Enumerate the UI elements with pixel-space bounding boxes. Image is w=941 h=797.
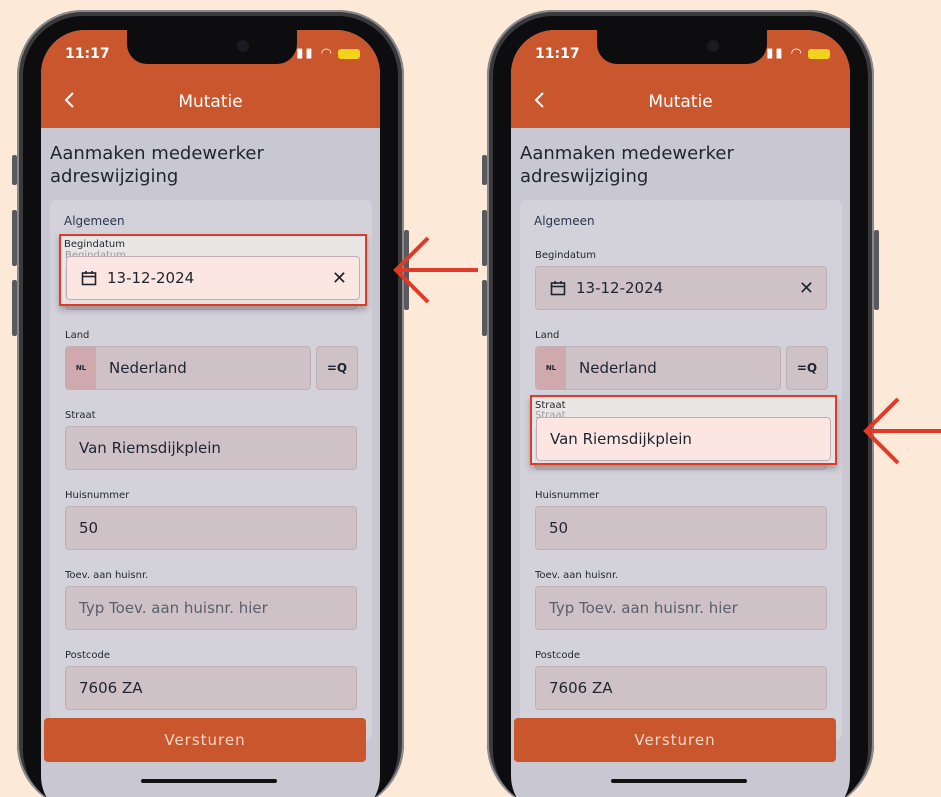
app-bar: 11:17 ▮▮ ◠ Mutatie [511, 30, 850, 128]
status-time: 11:17 [65, 46, 110, 62]
side-button [482, 210, 487, 266]
side-button [12, 280, 17, 336]
app-screen: 11:17 ▮▮ ◠ Mutatie Aanmaken medewerker a… [41, 30, 380, 797]
postcode-field[interactable]: 7606 ZA [65, 666, 357, 710]
lookup-button[interactable]: =Q [316, 346, 358, 390]
send-button[interactable]: Versturen [514, 718, 836, 762]
clear-icon[interactable]: ✕ [799, 278, 814, 299]
form-card: Algemeen Begindatum 13-12-2024 ✕ Land NL… [520, 200, 842, 740]
land-label: Land [535, 330, 560, 341]
huisnummer-label: Huisnummer [65, 490, 130, 501]
notch [597, 30, 767, 64]
side-button [12, 210, 17, 266]
home-indicator [141, 779, 277, 783]
postcode-label: Postcode [535, 650, 581, 661]
toevoeging-field[interactable]: Typ Toev. aan huisnr. hier [535, 586, 827, 630]
battery-icon [808, 48, 830, 59]
straat-field[interactable]: Van Riemsdijkplein [65, 426, 357, 470]
section-title: Algemeen [64, 214, 125, 228]
side-button [874, 230, 879, 310]
side-button [12, 155, 17, 185]
land-field[interactable]: NL Nederland [535, 346, 781, 390]
battery-icon [338, 48, 360, 59]
country-code-badge: NL [536, 347, 566, 389]
straat-label: Straat [65, 410, 96, 421]
huisnummer-field[interactable]: 50 [65, 506, 357, 550]
app-bar: 11:17 ▮▮ ◠ Mutatie [41, 30, 380, 128]
country-code-badge: NL [66, 347, 96, 389]
phone-frame-left: 11:17 ▮▮ ◠ Mutatie Aanmaken medewerker a… [12, 10, 409, 797]
side-button [482, 155, 487, 185]
lookup-button[interactable]: =Q [786, 346, 828, 390]
form-heading: Aanmaken medewerker adreswijziging [50, 143, 264, 187]
toevoeging-label: Toev. aan huisnr. [535, 570, 619, 581]
side-button [482, 280, 487, 336]
home-indicator [611, 779, 747, 783]
arrow-left-icon [863, 397, 941, 465]
huisnummer-label: Huisnummer [535, 490, 600, 501]
begindatum-label: Begindatum [64, 239, 125, 250]
notch [127, 30, 297, 64]
huisnummer-field[interactable]: 50 [535, 506, 827, 550]
search-list-icon: =Q [796, 361, 818, 375]
search-list-icon: =Q [326, 361, 348, 375]
straat-field-highlighted[interactable]: Van Riemsdijkplein [536, 417, 831, 461]
land-label: Land [65, 330, 90, 341]
calendar-icon [550, 281, 566, 296]
straat-label: Straat [535, 400, 566, 411]
status-icons: ▮▮ ◠ [296, 46, 360, 61]
begindatum-label: Begindatum [535, 250, 596, 261]
toevoeging-field[interactable]: Typ Toev. aan huisnr. hier [65, 586, 357, 630]
highlight-straat: Straat Van Riemsdijkplein [530, 395, 837, 465]
form-heading: Aanmaken medewerker adreswijziging [520, 143, 734, 187]
highlight-begindatum: Begindatum 13-12-2024 ✕ [59, 234, 367, 306]
send-button[interactable]: Versturen [44, 718, 366, 762]
calendar-icon [81, 271, 97, 286]
arrow-left-icon [393, 236, 478, 304]
begindatum-field[interactable]: 13-12-2024 ✕ [535, 266, 827, 310]
page-title: Mutatie [178, 92, 243, 112]
clear-icon[interactable]: ✕ [332, 268, 347, 289]
status-time: 11:17 [535, 46, 580, 62]
postcode-label: Postcode [65, 650, 111, 661]
camera-icon [707, 40, 719, 52]
land-field[interactable]: NL Nederland [65, 346, 311, 390]
postcode-field[interactable]: 7606 ZA [535, 666, 827, 710]
section-title: Algemeen [534, 214, 595, 228]
camera-icon [237, 40, 249, 52]
toevoeging-label: Toev. aan huisnr. [65, 570, 149, 581]
page-title: Mutatie [648, 92, 713, 112]
status-icons: ▮▮ ◠ [766, 46, 830, 61]
begindatum-field-highlighted[interactable]: 13-12-2024 ✕ [66, 256, 360, 300]
